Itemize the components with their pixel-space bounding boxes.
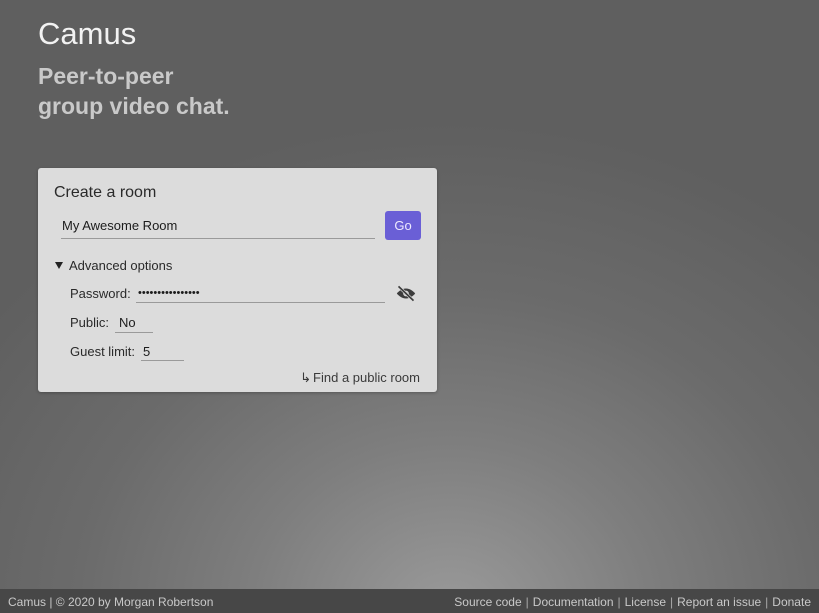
- footer-separator: |: [617, 595, 621, 609]
- app-title: Camus: [38, 16, 137, 51]
- tagline-line-2: group video chat.: [38, 93, 230, 119]
- return-arrow-icon: ↳: [300, 370, 312, 385]
- donate-link[interactable]: Donate: [772, 595, 811, 609]
- advanced-options-label: Advanced options: [69, 258, 173, 273]
- create-room-card: Create a room Go Advanced options Passwo…: [38, 168, 437, 392]
- find-public-room-label: Find a public room: [313, 370, 420, 385]
- password-label: Password:: [70, 286, 131, 301]
- eye-slash-icon[interactable]: [396, 285, 416, 302]
- find-public-room-link[interactable]: ↳ Find a public room: [300, 370, 420, 386]
- footer: Camus | © 2020 by Morgan Robertson Sourc…: [0, 589, 819, 613]
- app-tagline: Peer-to-peer group video chat.: [38, 61, 358, 121]
- password-input[interactable]: [136, 284, 385, 303]
- report-issue-link[interactable]: Report an issue: [677, 595, 761, 609]
- guest-limit-label: Guest limit:: [70, 344, 136, 359]
- footer-separator: |: [765, 595, 769, 609]
- advanced-options-toggle[interactable]: Advanced options: [55, 258, 172, 273]
- footer-separator: |: [670, 595, 674, 609]
- license-link[interactable]: License: [625, 595, 666, 609]
- tagline-line-1: Peer-to-peer: [38, 63, 174, 89]
- footer-links: Source code | Documentation | License | …: [454, 595, 811, 609]
- footer-copyright: Camus | © 2020 by Morgan Robertson: [8, 595, 214, 609]
- guest-limit-input[interactable]: [141, 342, 184, 361]
- triangle-down-icon: [55, 262, 63, 269]
- create-room-title: Create a room: [54, 184, 157, 201]
- footer-separator: |: [525, 595, 529, 609]
- go-button[interactable]: Go: [385, 211, 421, 240]
- source-code-link[interactable]: Source code: [454, 595, 521, 609]
- documentation-link[interactable]: Documentation: [533, 595, 614, 609]
- public-select[interactable]: No: [115, 314, 153, 333]
- room-name-input[interactable]: [61, 212, 375, 239]
- public-label: Public:: [70, 315, 110, 330]
